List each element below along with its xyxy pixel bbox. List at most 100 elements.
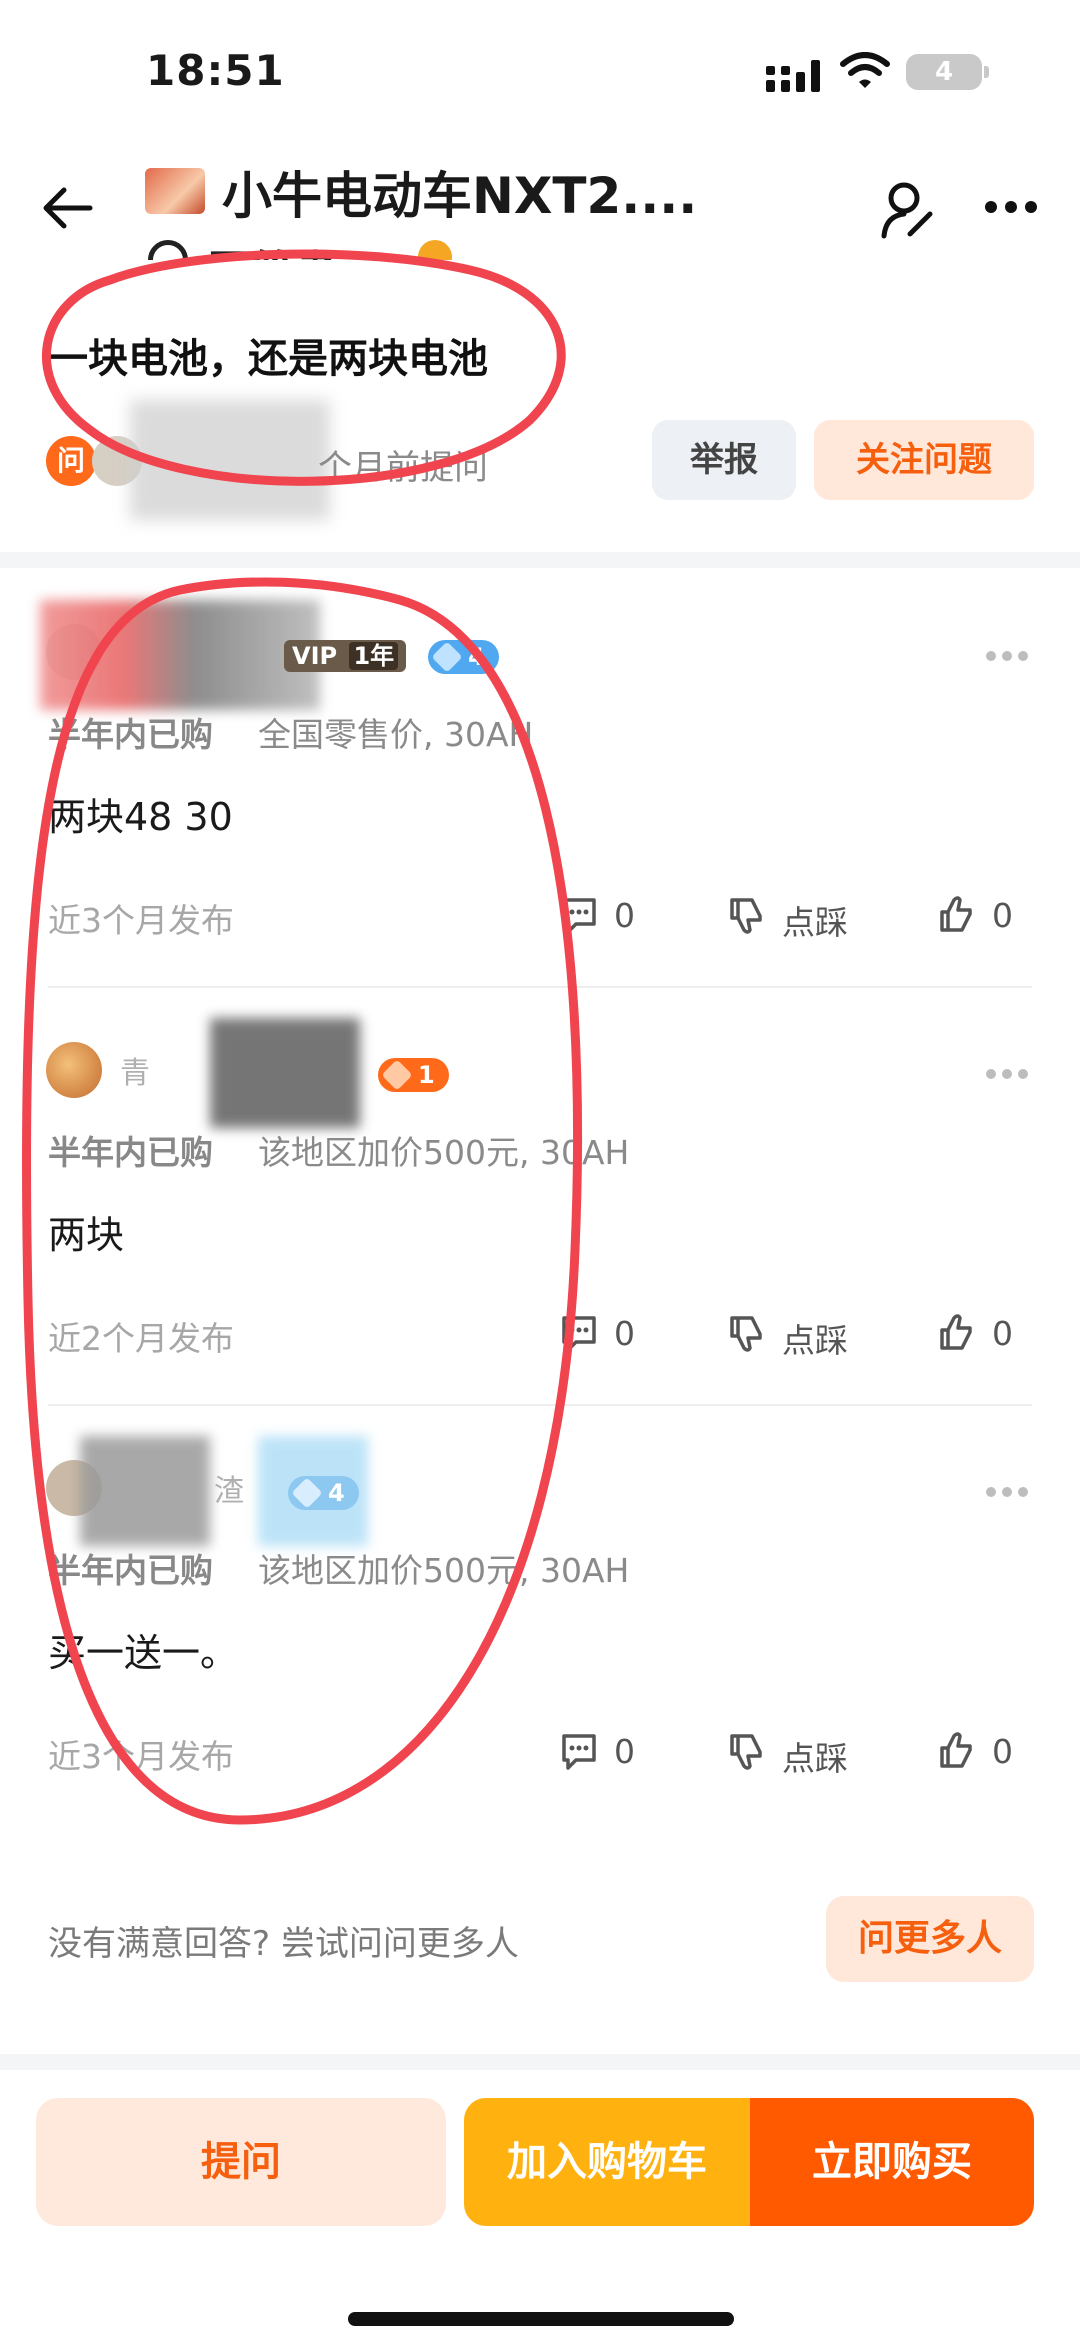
username-fragment: 渣 bbox=[214, 1474, 244, 1509]
home-indicator[interactable] bbox=[348, 2312, 734, 2326]
post-time: 近3个月发布 bbox=[48, 901, 234, 940]
more-icon[interactable] bbox=[985, 1486, 1029, 1498]
level-badge: 4 bbox=[428, 640, 499, 674]
more-icon[interactable] bbox=[985, 1068, 1029, 1080]
thumbs-down-icon bbox=[730, 1316, 762, 1352]
dislike-label: 点踩 bbox=[782, 1321, 848, 1360]
answer-footer: 近3个月发布 0 点踩 0 bbox=[0, 880, 1080, 950]
wifi-icon bbox=[840, 52, 890, 88]
avatar[interactable] bbox=[46, 1042, 102, 1098]
divider bbox=[48, 986, 1032, 988]
level-number: 1 bbox=[418, 1061, 435, 1089]
asker-row: 问 个月前提问 举报 关注问题 bbox=[0, 400, 1080, 520]
level-badge: 1 bbox=[378, 1058, 449, 1092]
answer-text: 两块 bbox=[48, 1213, 125, 1257]
nav-subtitle: 回答者 bbox=[148, 232, 452, 260]
report-button[interactable]: 举报 bbox=[652, 420, 796, 500]
section-divider bbox=[0, 2054, 1080, 2070]
section-divider bbox=[0, 552, 1080, 568]
answer-footer: 近2个月发布 0 点踩 0 bbox=[0, 1298, 1080, 1368]
comment-count: 0 bbox=[614, 896, 635, 935]
comment-icon bbox=[562, 1316, 596, 1352]
product-title[interactable]: 小牛电动车NXT2.... bbox=[222, 156, 697, 228]
purchase-tag: 半年内已购 bbox=[48, 1133, 213, 1172]
redacted-asker-name bbox=[130, 400, 330, 520]
redacted-username bbox=[80, 1436, 210, 1546]
nav-bar: 小牛电动车NXT2.... 回答者 bbox=[0, 150, 1080, 260]
answer-card: VIP 1年 4 半年内已购 全国零售价, 30AH 两块48 30 近3个月发… bbox=[0, 600, 1080, 1028]
like-count: 0 bbox=[992, 1314, 1013, 1353]
thumbs-up-icon bbox=[940, 1732, 972, 1768]
thumbs-down-icon bbox=[730, 1734, 762, 1770]
like-button[interactable]: 0 bbox=[936, 1724, 1036, 1778]
ask-more-prompt: 没有满意回答? 尝试问问更多人 bbox=[48, 1924, 519, 1964]
comment-button[interactable]: 0 bbox=[558, 1306, 658, 1360]
answer-header: VIP 1年 4 bbox=[0, 600, 1080, 710]
thumbs-up-icon bbox=[940, 896, 972, 932]
answer-footer: 近3个月发布 0 点踩 0 bbox=[0, 1716, 1080, 1786]
diamond-icon bbox=[381, 1059, 413, 1091]
answer-header: 渣 4 bbox=[0, 1436, 1080, 1546]
level-number: 4 bbox=[468, 643, 485, 671]
vip-years: 1年 bbox=[349, 642, 399, 670]
post-time: 近3个月发布 bbox=[48, 1737, 234, 1776]
dislike-button[interactable]: 点踩 bbox=[726, 888, 876, 942]
question-badge: 问 bbox=[46, 436, 96, 486]
vip-badge: VIP 1年 bbox=[284, 640, 407, 672]
answer-card: 渣 4 半年内已购 该地区加价500元, 30AH 买一送一。 近3个月发布 0… bbox=[0, 1436, 1080, 1864]
thumbs-down-icon bbox=[730, 898, 762, 934]
thumbs-up-icon bbox=[940, 1314, 972, 1350]
ask-question-button[interactable]: 提问 bbox=[36, 2098, 446, 2226]
comment-count: 0 bbox=[614, 1732, 635, 1771]
person-icon bbox=[148, 240, 188, 260]
dislike-button[interactable]: 点踩 bbox=[726, 1724, 876, 1778]
answer-text: 买一送一。 bbox=[48, 1631, 239, 1675]
comment-button[interactable]: 0 bbox=[558, 888, 658, 942]
like-button[interactable]: 0 bbox=[936, 888, 1036, 942]
battery-icon: 4 bbox=[906, 54, 989, 90]
ask-more-button[interactable]: 问更多人 bbox=[826, 1896, 1034, 1982]
purchase-detail: 该地区加价500元, 30AH bbox=[258, 1551, 630, 1590]
comment-button[interactable]: 0 bbox=[558, 1724, 658, 1778]
product-thumbnail[interactable] bbox=[145, 168, 205, 214]
more-icon[interactable] bbox=[984, 200, 1038, 214]
like-button[interactable]: 0 bbox=[936, 1306, 1036, 1360]
user-edit-icon[interactable] bbox=[880, 180, 936, 240]
dislike-button[interactable]: 点踩 bbox=[726, 1306, 876, 1360]
asked-time: 个月前提问 bbox=[318, 448, 488, 488]
diamond-icon bbox=[291, 1477, 323, 1509]
badge-dot bbox=[418, 240, 452, 260]
nav-subtitle-text: 回答者 bbox=[208, 236, 340, 260]
answer-header: 青 1 bbox=[0, 1018, 1080, 1128]
more-icon[interactable] bbox=[985, 650, 1029, 662]
like-count: 0 bbox=[992, 1732, 1013, 1771]
like-count: 0 bbox=[992, 896, 1013, 935]
follow-question-button[interactable]: 关注问题 bbox=[814, 420, 1034, 500]
comment-count: 0 bbox=[614, 1314, 635, 1353]
back-icon[interactable] bbox=[40, 180, 96, 236]
status-time: 18:51 bbox=[146, 46, 285, 95]
signal-icon bbox=[766, 60, 820, 92]
level-badge: 4 bbox=[288, 1476, 359, 1510]
redacted-username bbox=[40, 600, 320, 710]
purchase-tag: 半年内已购 bbox=[48, 715, 213, 754]
comment-icon bbox=[562, 1734, 596, 1770]
battery-level: 4 bbox=[934, 57, 954, 87]
vip-label: VIP bbox=[292, 642, 338, 670]
redacted-username bbox=[210, 1018, 360, 1128]
bottom-action-bar: 提问 加入购物车 立即购买 bbox=[0, 2080, 1080, 2341]
divider bbox=[48, 1404, 1032, 1406]
purchase-detail: 该地区加价500元, 30AH bbox=[258, 1133, 630, 1172]
question-title: 一块电池，还是两块电池 bbox=[48, 336, 488, 382]
post-time: 近2个月发布 bbox=[48, 1319, 234, 1358]
ask-more-row: 没有满意回答? 尝试问问更多人 问更多人 bbox=[0, 1890, 1080, 1990]
answer-text: 两块48 30 bbox=[48, 795, 233, 839]
diamond-icon bbox=[431, 641, 463, 673]
answer-card: 青 1 半年内已购 该地区加价500元, 30AH 两块 近2个月发布 0 点踩… bbox=[0, 1018, 1080, 1446]
username-fragment: 青 bbox=[120, 1056, 150, 1091]
buy-now-button[interactable]: 立即购买 bbox=[750, 2098, 1034, 2226]
level-number: 4 bbox=[328, 1479, 345, 1507]
purchase-detail: 全国零售价, 30AH bbox=[258, 715, 534, 754]
purchase-tag: 半年内已购 bbox=[48, 1551, 213, 1590]
add-to-cart-button[interactable]: 加入购物车 bbox=[464, 2098, 750, 2226]
